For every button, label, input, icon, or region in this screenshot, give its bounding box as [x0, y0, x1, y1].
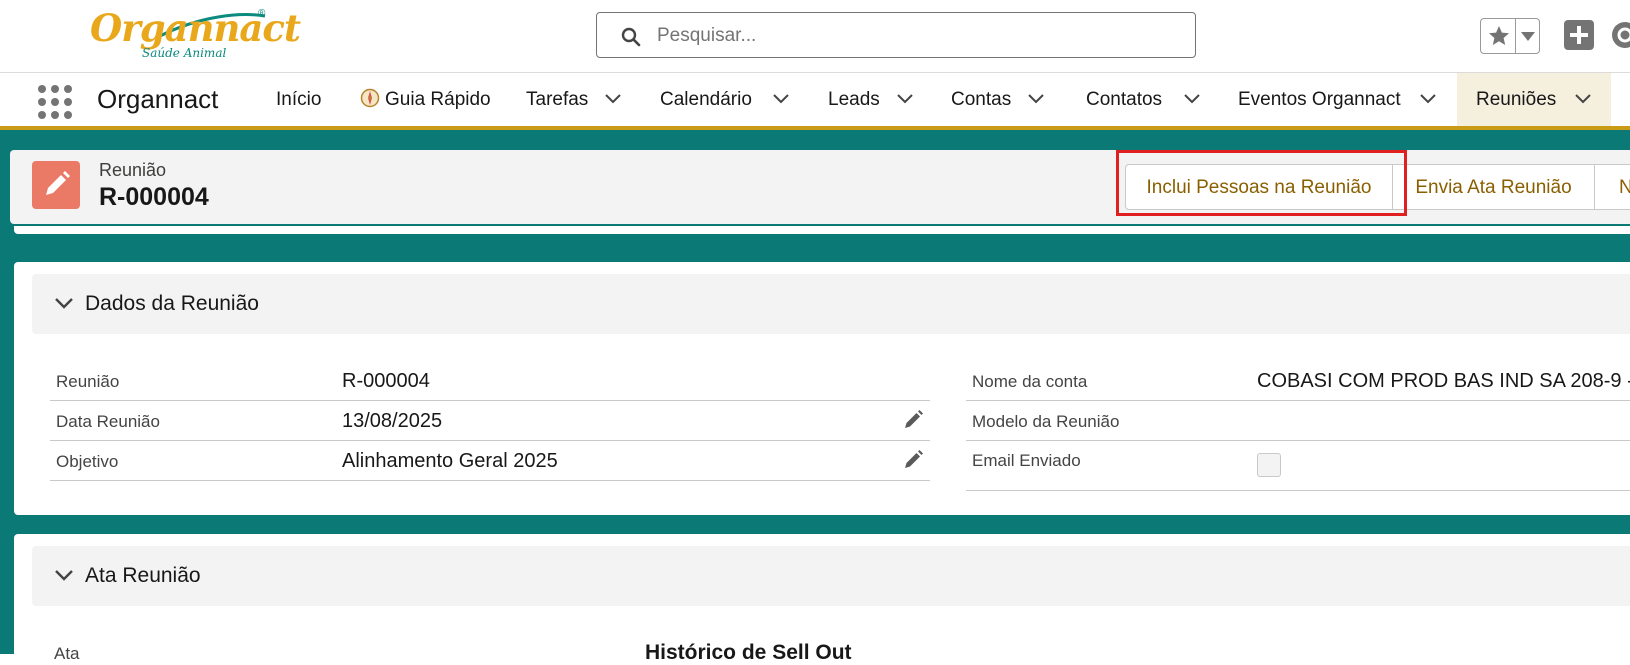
chevron-down-icon[interactable] — [54, 568, 74, 582]
chevron-down-icon[interactable] — [1419, 93, 1437, 105]
field-reuniao: Reunião R-000004 — [50, 361, 930, 401]
favorites-divider — [1515, 19, 1516, 53]
section-header-ata[interactable]: Ata Reunião — [32, 546, 1630, 606]
pencil-icon — [46, 171, 70, 195]
field-value: R-000004 — [342, 370, 430, 392]
envia-ata-button[interactable]: Envia Ata Reunião — [1392, 164, 1595, 210]
chevron-down-icon[interactable] — [772, 93, 790, 105]
tab-label: Calendário — [660, 89, 752, 110]
section-header-dados[interactable]: Dados da Reunião — [32, 274, 1630, 334]
email-enviado-checkbox — [1257, 453, 1281, 477]
chevron-down-icon[interactable] — [1521, 32, 1535, 41]
chevron-down-icon[interactable] — [896, 93, 914, 105]
field-modelo-da-reuniao: Modelo da Reunião — [966, 401, 1630, 441]
global-search[interactable] — [596, 12, 1196, 58]
logo-tagline: Saúde Animal — [142, 46, 227, 60]
tab-label: Início — [276, 89, 322, 110]
logo-text: Organnact — [90, 6, 301, 50]
tab-label: Leads — [828, 89, 880, 110]
field-label: Ata — [54, 644, 80, 663]
tab-label: Tarefas — [526, 89, 589, 110]
app-name: Organnact — [97, 84, 219, 114]
tab-label: Reuniões — [1476, 89, 1557, 110]
pencil-icon[interactable] — [902, 449, 924, 471]
field-label: Data Reunião — [56, 412, 160, 431]
field-email-enviado: Email Enviado — [966, 441, 1630, 491]
field-data-reuniao: Data Reunião 13/08/2025 — [50, 401, 930, 441]
tab-leads[interactable]: Leads — [828, 73, 923, 126]
registered-mark: ® — [258, 8, 266, 19]
tab-label: Contatos — [1086, 89, 1163, 110]
tab-contatos[interactable]: Contatos — [1086, 73, 1206, 126]
chevron-down-icon[interactable] — [1574, 93, 1592, 105]
field-label: Email Enviado — [972, 451, 1081, 470]
ata-content-heading: Histórico de Sell Out — [645, 641, 852, 664]
record-type-icon — [32, 161, 80, 209]
section-title: Ata Reunião — [85, 564, 201, 587]
highlight-box — [1116, 150, 1407, 216]
app-navigation-bar: Organnact Início Guia Rápido Tarefas Cal… — [0, 72, 1630, 130]
field-value: Alinhamento Geral 2025 — [342, 450, 558, 472]
tab-reunioes[interactable]: Reuniões — [1457, 73, 1611, 126]
section-title: Dados da Reunião — [85, 292, 259, 315]
field-label: Nome da conta — [972, 372, 1088, 391]
tab-calendario[interactable]: Calendário — [660, 73, 795, 126]
search-input[interactable] — [655, 21, 1179, 51]
global-actions-button[interactable] — [1564, 20, 1594, 50]
tab-inicio[interactable]: Início — [276, 73, 336, 126]
field-label: Objetivo — [56, 452, 119, 471]
tab-label: Guia Rápido — [385, 89, 491, 110]
pencil-icon[interactable] — [902, 409, 924, 431]
record-name: R-000004 — [99, 183, 209, 211]
record-highlights-footer — [14, 226, 1630, 234]
tab-tarefas[interactable]: Tarefas — [526, 73, 626, 126]
help-icon — [1617, 27, 1630, 43]
help-button[interactable] — [1612, 22, 1630, 48]
compass-icon — [360, 88, 380, 108]
chevron-down-icon[interactable] — [1027, 93, 1045, 105]
record-type-label: Reunião — [99, 160, 167, 180]
field-nome-da-conta: Nome da conta COBASI COM PROD BAS IND SA… — [966, 361, 1630, 401]
tab-label: Eventos Organnact — [1238, 89, 1401, 110]
organnact-logo[interactable]: Organnact ® Saúde Animal — [90, 6, 301, 66]
field-objetivo: Objetivo Alinhamento Geral 2025 — [50, 441, 930, 481]
chevron-down-icon[interactable] — [1183, 93, 1201, 105]
tab-eventos-organnact[interactable]: Eventos Organnact — [1238, 73, 1438, 126]
plus-icon — [1570, 26, 1588, 44]
account-link[interactable]: COBASI COM PROD BAS IND SA 208-9 - — [1257, 370, 1630, 393]
chevron-down-icon[interactable] — [54, 296, 74, 310]
app-launcher-icon[interactable] — [38, 85, 72, 119]
field-label: Modelo da Reunião — [972, 412, 1120, 431]
search-icon — [621, 27, 641, 47]
chevron-down-icon[interactable] — [604, 93, 622, 105]
star-icon[interactable] — [1487, 24, 1511, 48]
field-value: 13/08/2025 — [342, 410, 443, 432]
global-header: Organnact ® Saúde Animal — [0, 0, 1630, 72]
tab-label: Contas — [951, 89, 1012, 110]
tab-contas[interactable]: Contas — [951, 73, 1051, 126]
field-label: Reunião — [56, 372, 120, 391]
tab-guia-rapido[interactable]: Guia Rápido — [360, 73, 500, 126]
more-action-button[interactable]: N — [1594, 164, 1630, 210]
favorites-button[interactable] — [1480, 18, 1540, 54]
